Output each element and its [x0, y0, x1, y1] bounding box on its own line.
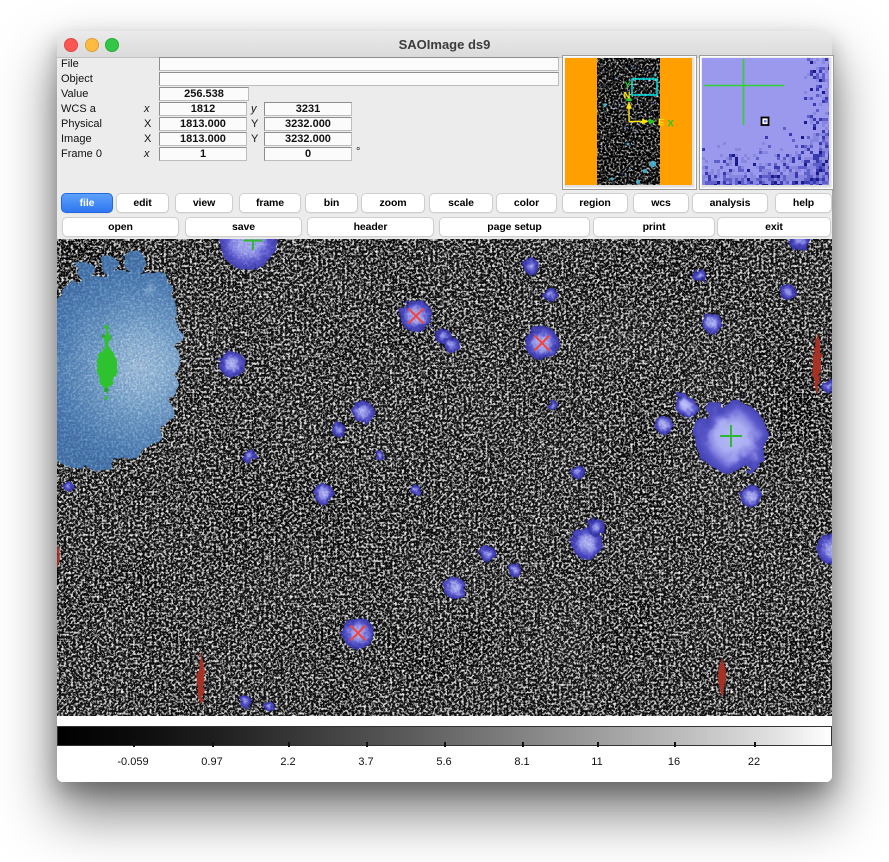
svg-text:X: X [668, 119, 675, 130]
svg-text:Y: Y [625, 80, 632, 91]
svg-text:N: N [624, 91, 631, 102]
svg-text:E: E [658, 118, 664, 129]
